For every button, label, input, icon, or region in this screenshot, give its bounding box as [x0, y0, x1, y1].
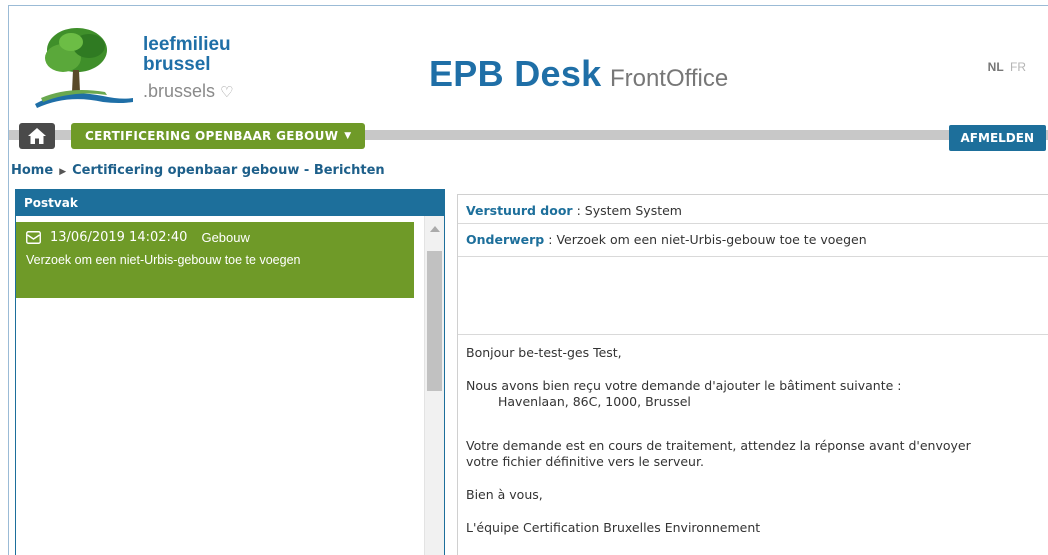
language-switch: NL FR — [988, 60, 1026, 74]
logo-domain-text: .brussels — [143, 81, 216, 101]
message-category: Gebouw — [201, 230, 250, 245]
body-signature: L'équipe Certification Bruxelles Environ… — [466, 520, 761, 535]
menu-certificering-button[interactable]: CERTIFICERING OPENBAAR GEBOUW ▼ — [71, 123, 366, 149]
body-paragraph-1: Nous avons bien reçu votre demande d'ajo… — [466, 378, 1048, 410]
menu-certificering-label: CERTIFICERING OPENBAAR GEBOUW — [85, 129, 339, 143]
inbox-title: Postvak — [16, 190, 444, 216]
hearts-icon: ♡ — [220, 84, 234, 101]
home-button[interactable] — [19, 123, 55, 149]
chevron-right-icon: ▶ — [59, 167, 67, 177]
tree-icon — [35, 28, 133, 108]
message-meta: 13/06/2019 14:02:40 Gebouw — [26, 230, 404, 245]
body-greeting: Bonjour be-test-ges Test, — [466, 345, 622, 360]
body-para2-line1: Votre demande est en cours de traitement… — [466, 438, 971, 453]
logo-text: leefmilieu brussel .brussels ♡ — [143, 35, 234, 105]
caret-down-icon: ▼ — [344, 131, 352, 141]
app-title-main: EPB Desk — [429, 53, 602, 94]
logout-button[interactable]: AFMELDEN — [948, 125, 1046, 151]
logo[interactable]: leefmilieu brussel .brussels ♡ — [33, 22, 273, 114]
body-para1-text: Nous avons bien reçu votre demande d'ajo… — [466, 378, 902, 393]
lang-nl[interactable]: NL — [988, 60, 1004, 74]
message-detail: Verstuurd door : System System Onderwerp… — [457, 194, 1048, 555]
inbox-panel: Postvak 13/06/2019 14:02:40 Gebouw Verzo… — [15, 189, 445, 555]
inbox-list: 13/06/2019 14:02:40 Gebouw Verzoek om ee… — [16, 216, 444, 555]
lang-fr[interactable]: FR — [1010, 60, 1026, 74]
sender-separator: : — [572, 203, 585, 218]
app-title: EPB Desk FrontOffice — [429, 53, 728, 95]
logo-line-3: .brussels ♡ — [143, 79, 234, 105]
message-body: Bonjour be-test-ges Test, Nous avons bie… — [458, 335, 1048, 555]
logo-line-2: brussel — [143, 54, 211, 75]
scrollbar[interactable] — [424, 216, 444, 555]
logo-line-1: leefmilieu — [143, 34, 231, 55]
body-closing: Bien à vous, — [466, 487, 543, 502]
body-para2-line2: votre fichier définitive vers le serveur… — [466, 454, 704, 469]
subject-value: Verzoek om een niet-Urbis-gebouw toe te … — [556, 232, 867, 247]
sender-label: Verstuurd door — [466, 203, 573, 218]
subject-row: Onderwerp : Verzoek om een niet-Urbis-ge… — [458, 224, 1048, 257]
subject-label: Onderwerp — [466, 232, 545, 247]
envelope-open-icon — [26, 231, 41, 244]
message-subject: Verzoek om een niet-Urbis-gebouw toe te … — [26, 253, 301, 267]
sender-value: System System — [584, 203, 682, 218]
subject-separator: : — [544, 232, 557, 247]
page-frame: leefmilieu brussel .brussels ♡ EPB Desk … — [8, 5, 1048, 555]
body-address: Havenlaan, 86C, 1000, Brussel — [498, 394, 691, 409]
message-datetime: 13/06/2019 14:02:40 — [50, 230, 188, 245]
app-title-sub: FrontOffice — [609, 65, 729, 92]
scroll-thumb[interactable] — [427, 251, 442, 391]
breadcrumb-home-link[interactable]: Home — [11, 163, 53, 178]
body-paragraph-2: Votre demande est en cours de traitement… — [466, 438, 1048, 470]
home-icon — [28, 128, 46, 144]
breadcrumb-current: Certificering openbaar gebouw - Berichte… — [72, 163, 385, 178]
sender-row: Verstuurd door : System System — [458, 195, 1048, 224]
list-item[interactable]: 13/06/2019 14:02:40 Gebouw Verzoek om ee… — [16, 222, 414, 298]
breadcrumb: Home ▶ Certificering openbaar gebouw - Ber… — [11, 163, 385, 178]
scroll-up-icon[interactable] — [430, 226, 440, 232]
attachments-area — [458, 257, 1048, 335]
